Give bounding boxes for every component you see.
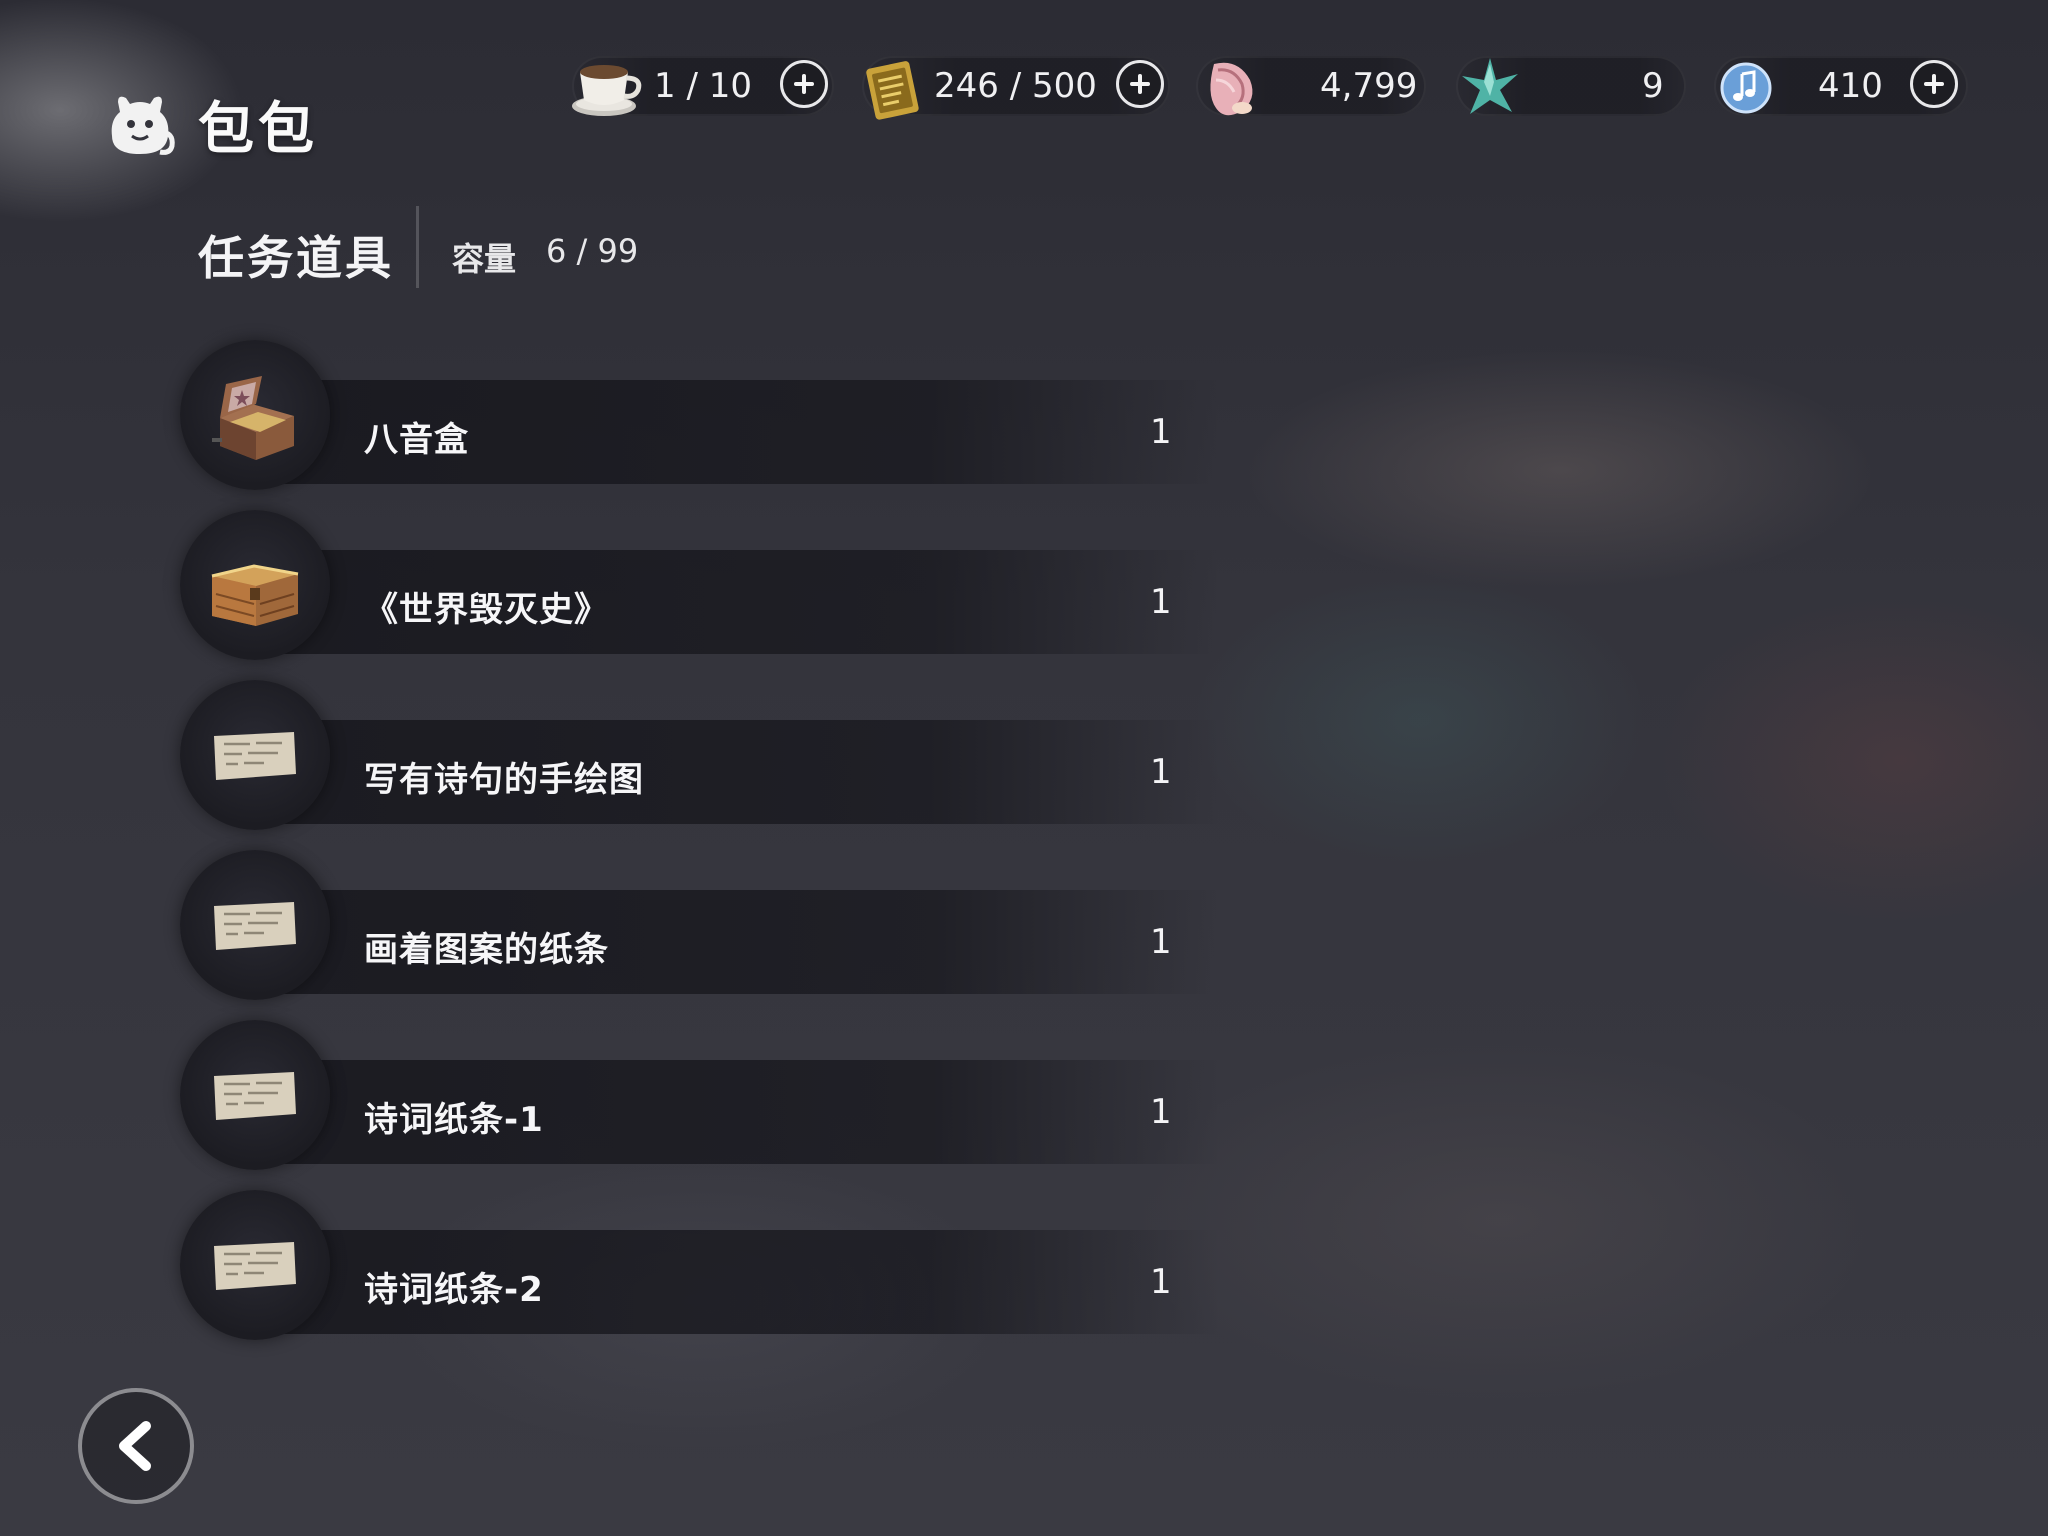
list-item[interactable]: 《世界毁灭史》 1 [180, 510, 1220, 660]
item-name: 诗词纸条-2 [364, 1270, 544, 1310]
divider [416, 206, 419, 288]
list-item[interactable]: 写有诗句的手绘图 1 [180, 680, 1220, 830]
list-item[interactable]: 八音盒 1 [180, 340, 1220, 490]
page-title: 包包 [198, 97, 318, 162]
item-icon-frame [180, 1190, 330, 1340]
item-icon-frame [180, 680, 330, 830]
item-name: 八音盒 [364, 420, 469, 460]
section-title: 任务道具 [198, 231, 394, 285]
item-quantity: 1 [1150, 1092, 1172, 1132]
list-item[interactable]: 诗词纸条-1 1 [180, 1020, 1220, 1170]
item-quantity: 1 [1150, 1262, 1172, 1302]
paper-note-icon [214, 1072, 296, 1120]
teal-star-icon [1462, 58, 1518, 114]
bag-icon [111, 96, 175, 155]
item-icon-frame [180, 340, 330, 490]
golden-ticket-icon [866, 61, 919, 120]
resource-star: 9 [1456, 56, 1686, 116]
resource-shell-value: 4,799 [1320, 66, 1418, 106]
paper-note-icon [214, 1242, 296, 1290]
music-box-icon [212, 376, 294, 460]
music-note-orb-icon [1720, 62, 1772, 114]
paper-note-icon [214, 732, 296, 780]
resource-ticket-value: 246 / 500 [934, 66, 1097, 106]
item-quantity: 1 [1150, 412, 1172, 452]
item-quantity: 1 [1150, 582, 1172, 622]
item-icon-frame [180, 850, 330, 1000]
capacity-value: 6 / 99 [546, 232, 639, 270]
item-name: 《世界毁灭史》 [364, 590, 609, 630]
item-icon-frame [180, 1020, 330, 1170]
item-name: 写有诗句的手绘图 [364, 760, 644, 800]
chevron-left-icon [119, 1421, 151, 1471]
item-quantity: 1 [1150, 922, 1172, 962]
conch-shell-icon [1210, 62, 1253, 116]
item-quantity: 1 [1150, 752, 1172, 792]
page-header: 包包 [104, 84, 318, 165]
list-item[interactable]: 诗词纸条-2 1 [180, 1190, 1220, 1340]
resource-coffee: 1 / 10 [572, 56, 834, 116]
paper-note-icon [214, 902, 296, 950]
item-name: 画着图案的纸条 [364, 930, 609, 970]
item-name: 诗词纸条-1 [364, 1100, 544, 1140]
list-item[interactable]: 画着图案的纸条 1 [180, 850, 1220, 1000]
resource-shell: 4,799 [1196, 56, 1426, 116]
back-button[interactable] [78, 1388, 194, 1504]
resource-note: 410 [1714, 56, 1968, 116]
resource-star-value: 9 [1642, 66, 1664, 106]
add-ticket-button[interactable] [1116, 60, 1164, 108]
capacity-label: 容量 [452, 240, 517, 278]
add-coffee-button[interactable] [780, 60, 828, 108]
wooden-chest-icon [211, 564, 299, 626]
item-icon-frame [180, 510, 330, 660]
add-note-button[interactable] [1910, 60, 1958, 108]
resource-note-value: 410 [1818, 66, 1883, 106]
resource-ticket: 246 / 500 [862, 56, 1170, 120]
resource-coffee-value: 1 / 10 [654, 66, 752, 106]
coffee-cup-icon [572, 65, 642, 116]
